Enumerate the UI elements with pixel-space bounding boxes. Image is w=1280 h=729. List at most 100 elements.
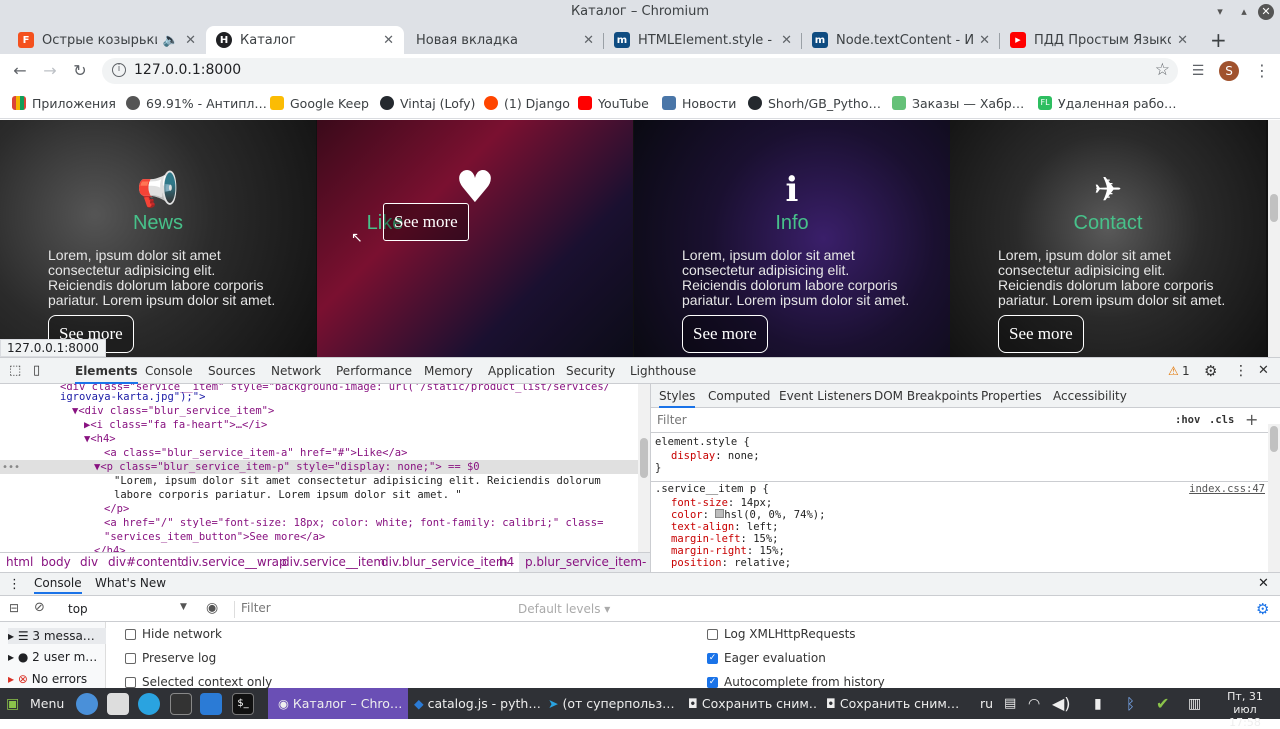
drawer-tab-whats-new[interactable]: What's New (95, 576, 166, 590)
styles-filter-input[interactable]: Filter (657, 413, 687, 427)
dom-text-node[interactable]: "Lorem, ipsum dolor sit amet consectetur… (0, 474, 638, 488)
bookmark-item[interactable]: FL Удаленная рабо… (1038, 94, 1177, 112)
tab-item[interactable]: Новая вкладка ✕ (404, 26, 604, 54)
warning-count[interactable]: 1 (1182, 358, 1190, 384)
breadcrumb-item[interactable]: div#content (108, 553, 182, 572)
sidebar-errors[interactable]: ▸ ⊗ No errors (8, 672, 87, 686)
dom-text-node[interactable]: labore corporis pariatur. Lorem ipsum do… (0, 488, 638, 502)
tab-item[interactable]: m HTMLElement.style - Инт ✕ (604, 26, 802, 54)
hide-network-checkbox[interactable] (125, 629, 136, 640)
mint-menu-icon[interactable]: ▣ (6, 692, 19, 716)
autocomplete-history-checkbox[interactable]: ✓ (707, 677, 718, 688)
prop-name[interactable]: font-size (671, 497, 728, 509)
prop-name[interactable]: position (671, 557, 722, 569)
styles-tab-computed[interactable]: Computed (708, 384, 770, 408)
color-swatch[interactable] (715, 509, 725, 518)
devtools-tab-security[interactable]: Security (566, 358, 615, 384)
bookmark-item[interactable]: Google Keep (270, 94, 369, 112)
telegram-launcher-icon[interactable] (138, 693, 160, 715)
hov-toggle[interactable]: :hov (1175, 414, 1200, 426)
context-select[interactable]: top (68, 602, 88, 616)
dom-line[interactable]: <a class="blur_service_item-a" href="#">… (0, 446, 638, 460)
styles-scrollbar[interactable] (1268, 424, 1280, 572)
inspect-element-icon[interactable]: ⬚ (9, 358, 21, 384)
selected-context-checkbox[interactable] (125, 677, 136, 688)
warning-icon[interactable]: ⚠ (1168, 358, 1179, 384)
ellipsis-icon[interactable]: ••• (2, 462, 20, 473)
breadcrumb-item[interactable]: div.blur_service_item (381, 553, 508, 572)
keyboard-layout-indicator[interactable]: ru (980, 692, 993, 716)
dom-line[interactable]: ▼<h4> (0, 432, 638, 446)
dom-line[interactable]: </h4> (0, 544, 638, 552)
dom-line[interactable]: <a href="/" style="font-size: 18px; colo… (0, 516, 638, 530)
taskbar-window-chromium[interactable]: ◉ Каталог – Chro… (268, 688, 408, 719)
log-xhr-checkbox[interactable] (707, 629, 718, 640)
breadcrumb-item[interactable]: div.service__wrap (181, 553, 287, 572)
styles-tab-styles[interactable]: Styles (659, 384, 696, 408)
add-rule-icon[interactable]: + (1245, 410, 1258, 429)
prop-name[interactable]: display (671, 450, 715, 462)
bookmark-item[interactable]: YouTube (578, 94, 649, 112)
bookmark-apps[interactable]: Приложения (12, 94, 116, 112)
dom-line[interactable]: ▼<div class="blur_service_item"> (0, 404, 638, 418)
maximize-icon[interactable]: ▴ (1236, 4, 1252, 20)
console-filter-input[interactable]: Filter (234, 601, 510, 618)
tab-close-icon[interactable]: ✕ (781, 33, 792, 48)
terminal-launcher-icon[interactable]: $_ (232, 693, 254, 715)
taskbar-window-screenshot[interactable]: ◘ Сохранить сним… (688, 692, 818, 716)
vscode-launcher-icon[interactable] (200, 693, 222, 715)
volume-icon[interactable]: ◀) (1052, 692, 1071, 716)
prop-name[interactable]: margin-right (671, 545, 747, 557)
console-sidebar-toggle-icon[interactable]: ⊟ (9, 601, 19, 615)
breadcrumb-item[interactable]: h4 (499, 553, 514, 572)
devtools-tab-lighthouse[interactable]: Lighthouse (630, 358, 696, 384)
prop-name[interactable]: color (671, 509, 703, 521)
dom-line[interactable]: </p> (0, 502, 638, 516)
bookmark-item[interactable]: 69.91% - Антипл… (126, 94, 267, 112)
prop-name[interactable]: margin-left (671, 533, 741, 545)
prop-name[interactable]: text-align (671, 521, 734, 533)
bookmark-item[interactable]: Shorh/GB_Pytho… (748, 94, 881, 112)
bluetooth-icon[interactable]: ᛒ (1126, 692, 1135, 716)
kebab-menu-icon[interactable]: ⋮ (1252, 61, 1272, 81)
address-bar[interactable]: i 127.0.0.1:8000 ☆ (102, 58, 1178, 84)
prop-value[interactable]: 15%; (760, 545, 785, 557)
devtools-tab-performance[interactable]: Performance (336, 358, 412, 384)
prop-value[interactable]: none; (728, 450, 760, 462)
devtools-close-icon[interactable]: ✕ (1258, 358, 1269, 384)
drawer-menu-icon[interactable]: ⋮ (8, 577, 21, 592)
hdd-icon[interactable]: ▤ (1004, 692, 1016, 716)
tab-item-active[interactable]: H Каталог ✕ (206, 26, 404, 54)
see-more-button[interactable]: See more (383, 203, 469, 241)
start-menu-button[interactable]: Menu (30, 692, 64, 716)
dropdown-arrow-icon[interactable]: ▼ (180, 602, 187, 612)
battery-icon[interactable]: ▮ (1094, 692, 1102, 716)
bookmark-star-icon[interactable]: ☆ (1155, 60, 1170, 80)
devtools-tab-memory[interactable]: Memory (424, 358, 473, 384)
breadcrumb-item[interactable]: html (6, 553, 33, 572)
bookmark-item[interactable]: Vintaj (Lofy) (380, 94, 475, 112)
prop-value[interactable]: left; (747, 521, 779, 533)
mute-icon[interactable]: 🔈 (163, 33, 179, 48)
settings-gear-icon[interactable]: ⚙ (1204, 358, 1217, 384)
pycharm-launcher-icon[interactable] (170, 693, 192, 715)
tab-close-icon[interactable]: ✕ (185, 33, 196, 48)
scrollbar-thumb[interactable] (1270, 426, 1278, 452)
preserve-log-checkbox[interactable] (125, 653, 136, 664)
scrollbar-thumb[interactable] (1270, 194, 1278, 222)
elements-scrollbar[interactable] (638, 384, 650, 552)
breadcrumb-item[interactable]: div.service__item (282, 553, 385, 572)
eager-evaluation-checkbox[interactable]: ✓ (707, 653, 718, 664)
bookmark-item[interactable]: (1) Django (484, 94, 570, 112)
bookmark-item[interactable]: Новости (662, 94, 736, 112)
system-clock[interactable]: Пт, 31 июл 17:58 (1214, 690, 1276, 729)
taskbar-window-telegram[interactable]: ➤ (от суперпольз… (548, 692, 678, 716)
dom-line[interactable]: ▶<i class="fa fa-heart">…</i> (0, 418, 638, 432)
devtools-tab-sources[interactable]: Sources (208, 358, 255, 384)
styles-tab-properties[interactable]: Properties (981, 384, 1042, 408)
taskbar-window-vscode[interactable]: ◆ catalog.js - pyth… (414, 692, 544, 716)
prop-value[interactable]: hsl(0, 0%, 74%); (724, 509, 825, 521)
rule-selector[interactable]: .service__item p { (655, 483, 1265, 495)
reading-list-icon[interactable]: ☰ (1188, 61, 1208, 81)
device-toolbar-icon[interactable]: ▯ (33, 358, 40, 384)
